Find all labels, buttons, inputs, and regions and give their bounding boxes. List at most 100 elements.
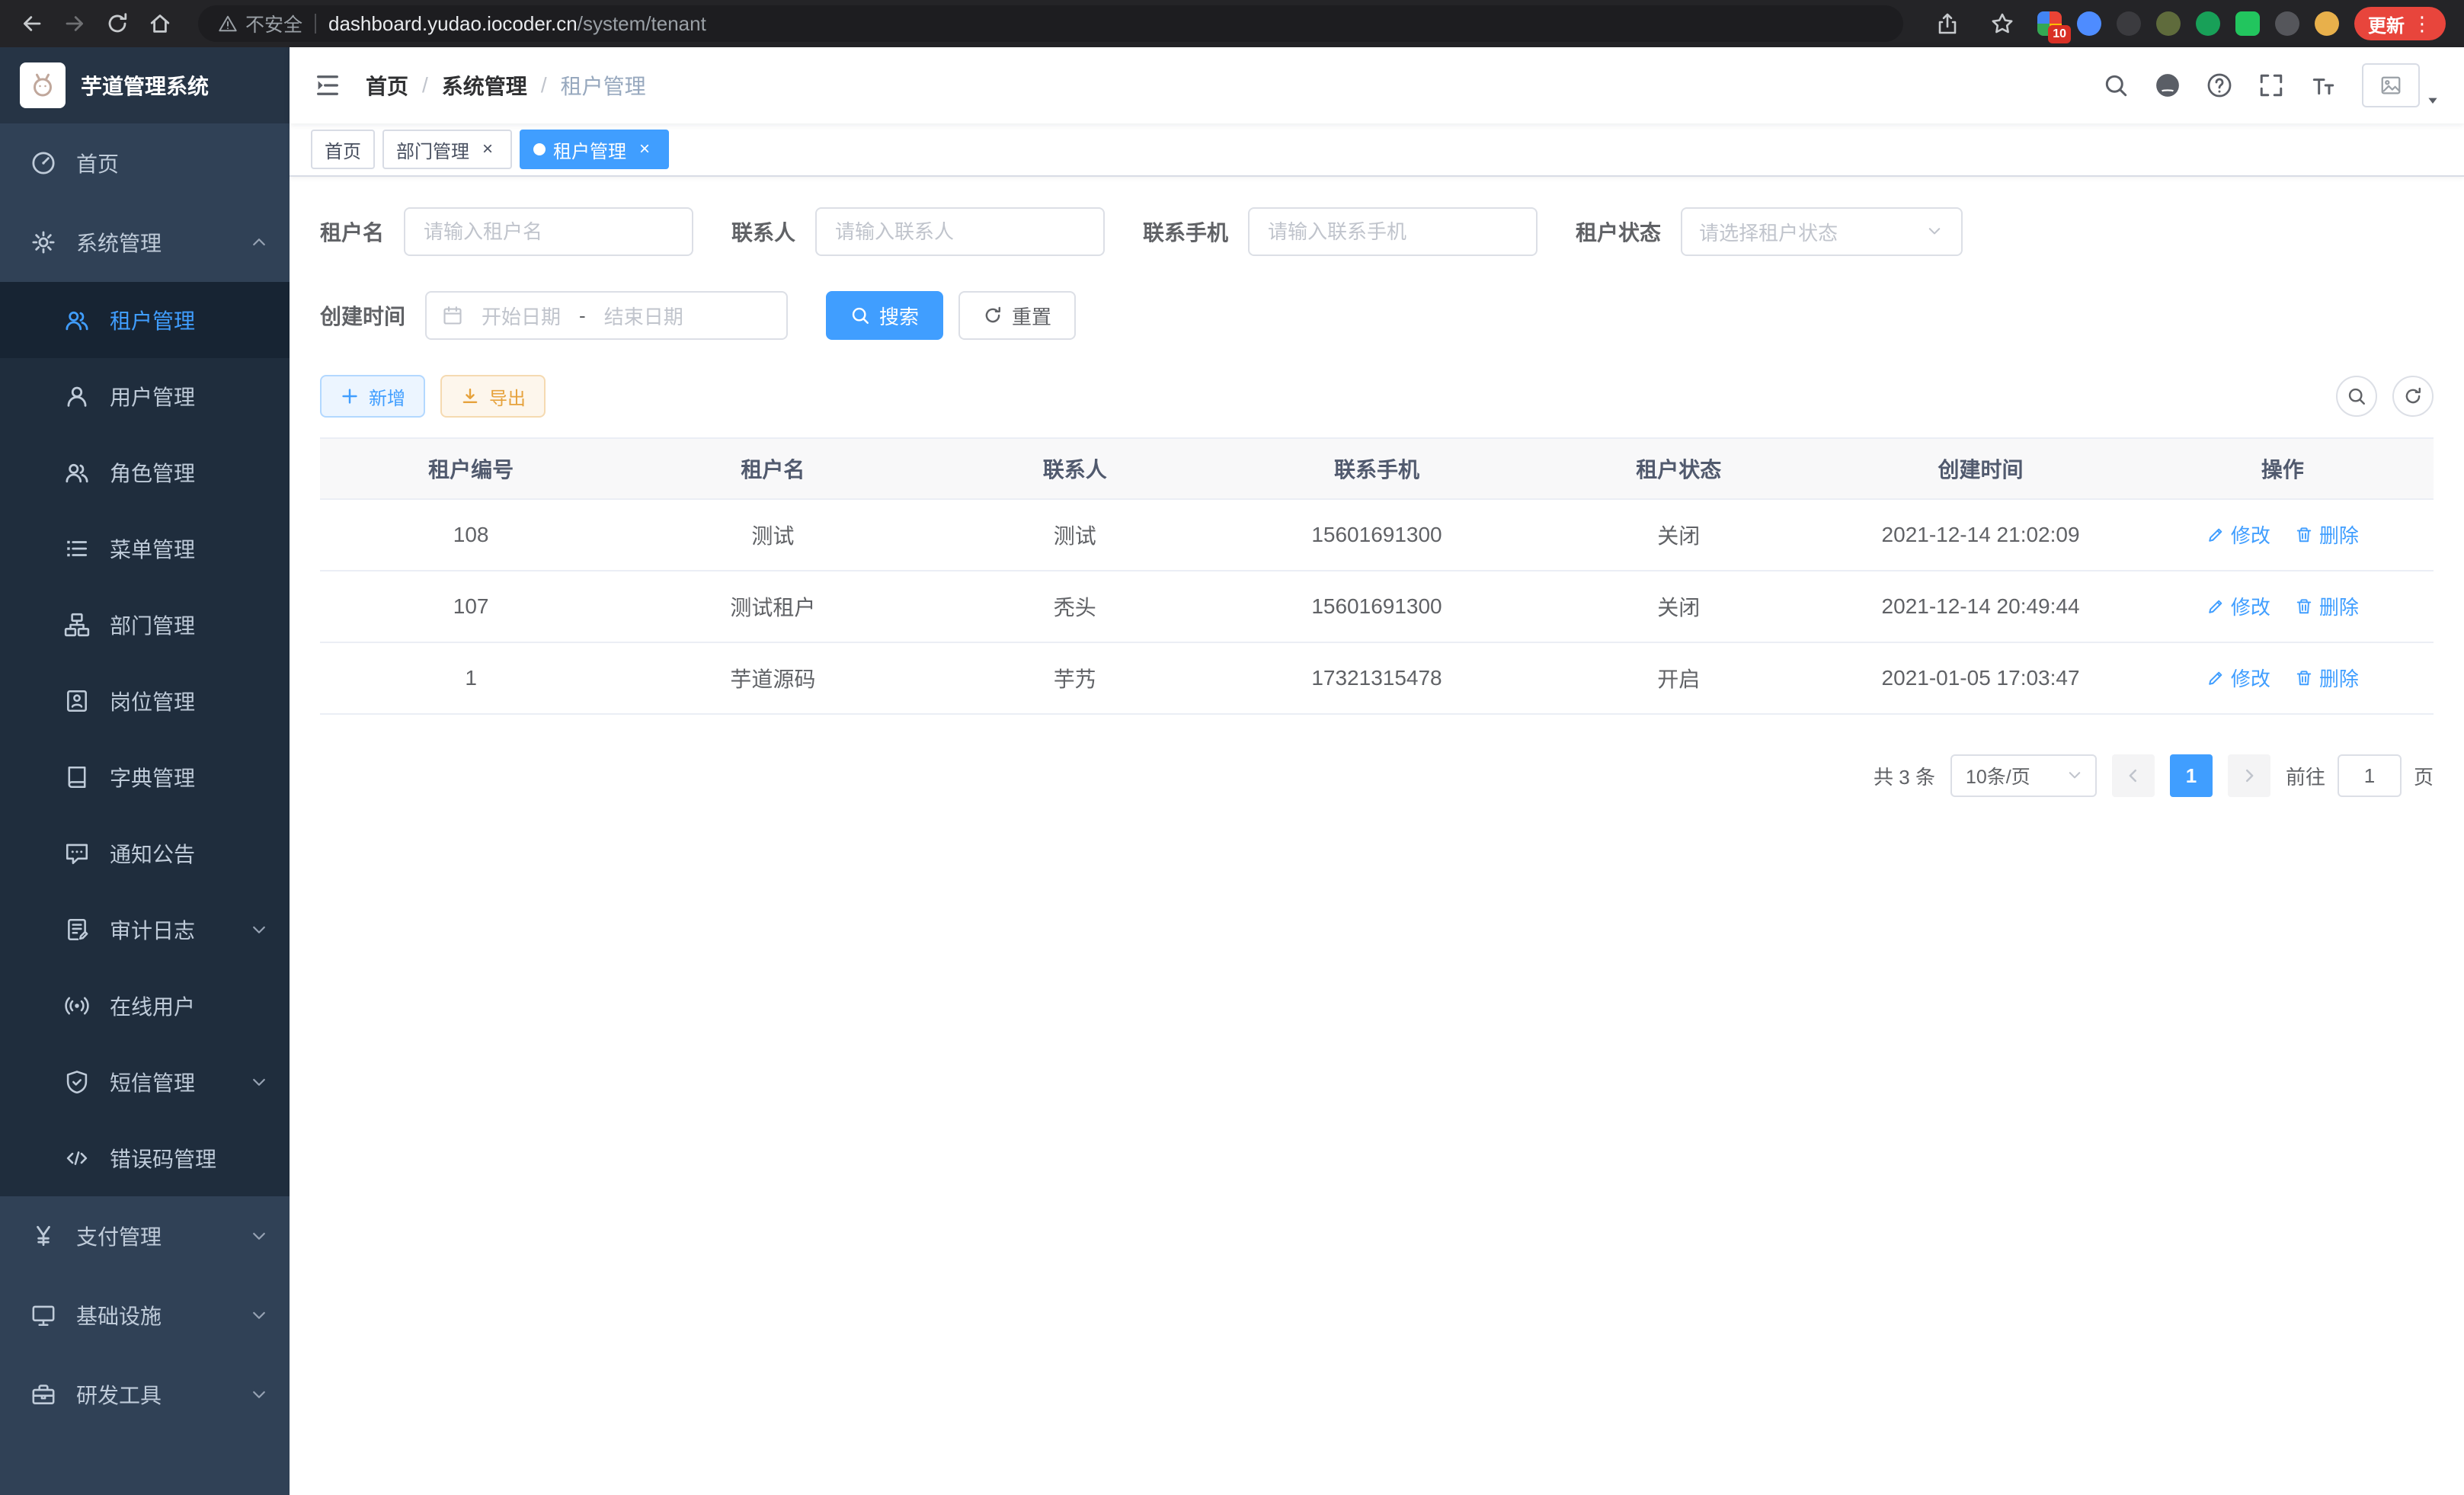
search-button[interactable]: 搜索	[826, 291, 943, 340]
search-icon	[2103, 72, 2129, 98]
extension-icon-chat[interactable]	[2235, 11, 2260, 36]
sidebar-item-post[interactable]: 岗位管理	[0, 663, 290, 739]
sidebar-item-infra[interactable]: 基础设施	[0, 1276, 290, 1355]
phone-input[interactable]	[1248, 207, 1538, 256]
sidebar-item-error-code[interactable]: 错误码管理	[0, 1120, 290, 1196]
app-logo: 芋道管理系统	[0, 47, 290, 123]
tenant-table: 租户编号 租户名 联系人 联系手机 租户状态 创建时间 操作 108 测试	[320, 437, 2434, 715]
cell-tenant-name: 芋道源码	[622, 642, 923, 714]
tab-label: 首页	[325, 136, 361, 163]
close-icon[interactable]: ×	[634, 139, 655, 160]
tenant-name-input[interactable]	[404, 207, 693, 256]
cell-actions: 修改删除	[2132, 571, 2434, 642]
sidebar-item-user[interactable]: 用户管理	[0, 358, 290, 434]
prev-page-button[interactable]	[2112, 754, 2155, 797]
edit-button[interactable]: 修改	[2206, 520, 2270, 549]
extension-icon-blue[interactable]	[2077, 11, 2101, 36]
col-tenant-name: 租户名	[622, 438, 923, 499]
sidebar-item-online-users[interactable]: 在线用户	[0, 968, 290, 1044]
cell-created: 2021-12-14 21:02:09	[1829, 499, 2131, 571]
edit-button[interactable]: 修改	[2206, 664, 2270, 692]
edit-label: 修改	[2231, 592, 2270, 620]
font-size-button[interactable]	[2310, 72, 2336, 98]
url-host: dashboard.yudao.iocoder.cn	[328, 12, 578, 35]
page-unit: 页	[2414, 762, 2434, 790]
filter-row-1: 租户名 联系人 联系手机 租户状态 请选择租户状态	[320, 207, 2434, 256]
sidebar-item-notice[interactable]: 通知公告	[0, 815, 290, 892]
contact-input[interactable]	[815, 207, 1105, 256]
edit-button[interactable]: 修改	[2206, 592, 2270, 620]
export-button[interactable]: 导出	[440, 375, 546, 418]
delete-button[interactable]: 删除	[2295, 664, 2359, 692]
page-number-1[interactable]: 1	[2170, 754, 2213, 797]
user-menu[interactable]	[2362, 63, 2440, 107]
profile-avatar[interactable]	[2315, 11, 2339, 36]
bookmark-button[interactable]	[1982, 4, 2022, 43]
tab-home[interactable]: 首页	[311, 130, 375, 169]
extension-icon-green[interactable]	[2196, 11, 2220, 36]
goto-page-input[interactable]	[2338, 754, 2402, 797]
collapse-sidebar-button[interactable]	[290, 47, 366, 123]
sidebar-item-dept[interactable]: 部门管理	[0, 587, 290, 663]
reset-button[interactable]: 重置	[958, 291, 1076, 340]
breadcrumb-separator: /	[422, 73, 428, 98]
total-count: 共 3 条	[1874, 762, 1935, 790]
page-size-select[interactable]: 10条/页	[1950, 754, 2097, 797]
sidebar-item-audit-log[interactable]: 审计日志	[0, 892, 290, 968]
close-icon[interactable]: ×	[477, 139, 498, 160]
cell-tenant-name: 测试	[622, 499, 923, 571]
github-link[interactable]	[2155, 72, 2181, 98]
sidebar-item-label: 系统管理	[76, 227, 250, 258]
header-search-button[interactable]	[2103, 72, 2129, 98]
delete-button[interactable]: 删除	[2295, 592, 2359, 620]
sidebar-item-dev-tools[interactable]: 研发工具	[0, 1355, 290, 1434]
caret-down-icon	[2426, 94, 2440, 107]
sidebar-item-role[interactable]: 角色管理	[0, 434, 290, 511]
help-button[interactable]	[2206, 72, 2232, 98]
id-badge-icon	[64, 688, 90, 714]
date-range-picker[interactable]: 开始日期 - 结束日期	[425, 291, 788, 340]
sidebar-item-menu[interactable]: 菜单管理	[0, 511, 290, 587]
date-start-placeholder: 开始日期	[482, 302, 561, 330]
question-circle-icon	[2206, 72, 2232, 98]
sidebar-item-label: 部门管理	[110, 610, 268, 640]
cell-contact: 测试	[924, 499, 1226, 571]
delete-label: 删除	[2319, 664, 2359, 692]
breadcrumb-home[interactable]: 首页	[366, 70, 408, 101]
forward-button[interactable]	[55, 4, 94, 43]
next-page-button[interactable]	[2228, 754, 2270, 797]
toggle-search-button[interactable]	[2336, 376, 2377, 417]
back-button[interactable]	[12, 4, 52, 43]
fullscreen-button[interactable]	[2258, 72, 2284, 98]
tab-tenant[interactable]: 租户管理 ×	[520, 130, 669, 169]
monitor-icon	[30, 1302, 56, 1328]
tab-dept[interactable]: 部门管理 ×	[382, 130, 512, 169]
share-button[interactable]	[1928, 4, 1967, 43]
sidebar-item-tenant[interactable]: 租户管理	[0, 282, 290, 358]
extensions-puzzle-icon[interactable]	[2275, 11, 2299, 36]
back-icon	[20, 11, 44, 36]
reload-button[interactable]	[98, 4, 137, 43]
sidebar-item-dict[interactable]: 字典管理	[0, 739, 290, 815]
sidebar-item-payment[interactable]: 支付管理	[0, 1196, 290, 1276]
add-button[interactable]: 新增	[320, 375, 425, 418]
browser-update-button[interactable]: 更新 ⋮	[2354, 7, 2446, 40]
delete-button[interactable]: 删除	[2295, 520, 2359, 549]
cell-tenant-id: 1	[320, 642, 622, 714]
status-select[interactable]: 请选择租户状态	[1681, 207, 1963, 256]
refresh-table-button[interactable]	[2392, 376, 2434, 417]
cell-created: 2021-01-05 17:03:47	[1829, 642, 2131, 714]
trash-icon	[2295, 597, 2313, 616]
extension-icon-olive[interactable]	[2156, 11, 2181, 36]
tab-label: 租户管理	[553, 136, 626, 163]
breadcrumb-system[interactable]: 系统管理	[442, 70, 527, 101]
sidebar-item-home[interactable]: 首页	[0, 123, 290, 203]
sidebar-item-sms[interactable]: 短信管理	[0, 1044, 290, 1120]
extension-icon-pinwheel[interactable]: 10	[2037, 11, 2062, 36]
address-bar[interactable]: 不安全 dashboard.yudao.iocoder.cn/system/te…	[198, 5, 1903, 42]
security-chip[interactable]: 不安全	[218, 10, 302, 37]
home-button[interactable]	[140, 4, 180, 43]
sidebar-item-system[interactable]: 系统管理	[0, 203, 290, 282]
search-button-label: 搜索	[879, 302, 919, 330]
extension-icon-dark[interactable]	[2117, 11, 2141, 36]
